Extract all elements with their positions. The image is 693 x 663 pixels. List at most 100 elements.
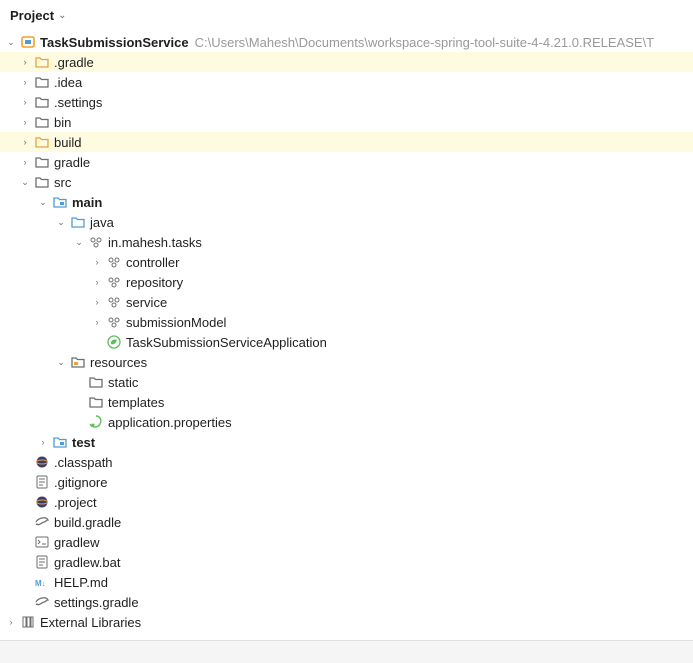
text-file-icon bbox=[34, 554, 50, 570]
toggle-collapsed-icon[interactable]: › bbox=[90, 295, 104, 309]
tree-label: gradlew.bat bbox=[54, 555, 121, 570]
tree-node-controller-pkg[interactable]: › controller bbox=[0, 252, 693, 272]
tree-label: .gitignore bbox=[54, 475, 107, 490]
tree-label: static bbox=[108, 375, 138, 390]
tree-node-src-dir[interactable]: ⌄ src bbox=[0, 172, 693, 192]
spring-class-icon bbox=[106, 334, 122, 350]
tree-node-external-libraries[interactable]: › External Libraries bbox=[0, 612, 693, 632]
eclipse-file-icon bbox=[34, 494, 50, 510]
tree-node-package[interactable]: ⌄ in.mahesh.tasks bbox=[0, 232, 693, 252]
toggle-collapsed-icon[interactable]: › bbox=[90, 275, 104, 289]
tree-label: in.mahesh.tasks bbox=[108, 235, 202, 250]
toggle-collapsed-icon[interactable]: › bbox=[4, 615, 18, 629]
tree-node-build-dir[interactable]: › build bbox=[0, 132, 693, 152]
tree-node-gradlew[interactable]: gradlew bbox=[0, 532, 693, 552]
tree-node-build-gradle[interactable]: build.gradle bbox=[0, 512, 693, 532]
package-icon bbox=[106, 314, 122, 330]
tree-node-test-dir[interactable]: › test bbox=[0, 432, 693, 452]
tree-label: build.gradle bbox=[54, 515, 121, 530]
tree-node-java-dir[interactable]: ⌄ java bbox=[0, 212, 693, 232]
tree-node-classpath[interactable]: .classpath bbox=[0, 452, 693, 472]
folder-icon bbox=[34, 154, 50, 170]
folder-icon bbox=[88, 394, 104, 410]
tree-label: submissionModel bbox=[126, 315, 226, 330]
panel-header[interactable]: Project ⌄ bbox=[0, 0, 693, 32]
eclipse-file-icon bbox=[34, 454, 50, 470]
tree-node-templates-dir[interactable]: templates bbox=[0, 392, 693, 412]
toggle-collapsed-icon[interactable]: › bbox=[18, 135, 32, 149]
tree-label: controller bbox=[126, 255, 179, 270]
package-icon bbox=[106, 294, 122, 310]
tree-node-settings-dir[interactable]: › .settings bbox=[0, 92, 693, 112]
tree-label: service bbox=[126, 295, 167, 310]
tree-label: application.properties bbox=[108, 415, 232, 430]
toggle-collapsed-icon[interactable]: › bbox=[90, 255, 104, 269]
tree-label: .settings bbox=[54, 95, 102, 110]
tree-label: .gradle bbox=[54, 55, 94, 70]
tree-node-bin-dir[interactable]: › bin bbox=[0, 112, 693, 132]
tree-node-main-dir[interactable]: ⌄ main bbox=[0, 192, 693, 212]
toggle-collapsed-icon[interactable]: › bbox=[36, 435, 50, 449]
gradle-file-icon bbox=[34, 514, 50, 530]
tree-label: java bbox=[90, 215, 114, 230]
package-icon bbox=[106, 254, 122, 270]
tree-node-project-file[interactable]: .project bbox=[0, 492, 693, 512]
toggle-expanded-icon[interactable]: ⌄ bbox=[54, 355, 68, 369]
svg-text:M↓: M↓ bbox=[35, 579, 46, 588]
tree-node-idea-dir[interactable]: › .idea bbox=[0, 72, 693, 92]
package-icon bbox=[88, 234, 104, 250]
tree-label: settings.gradle bbox=[54, 595, 139, 610]
tree-label: TaskSubmissionServiceApplication bbox=[126, 335, 327, 350]
toggle-expanded-icon[interactable]: ⌄ bbox=[54, 215, 68, 229]
toggle-collapsed-icon[interactable]: › bbox=[18, 115, 32, 129]
tree-node-service-pkg[interactable]: › service bbox=[0, 292, 693, 312]
tree-label: src bbox=[54, 175, 71, 190]
tree-node-help-md[interactable]: M↓ HELP.md bbox=[0, 572, 693, 592]
tree-label: HELP.md bbox=[54, 575, 108, 590]
project-tree: ⌄ TaskSubmissionService C:\Users\Mahesh\… bbox=[0, 32, 693, 640]
tree-node-gradlew-bat[interactable]: gradlew.bat bbox=[0, 552, 693, 572]
toggle-expanded-icon[interactable]: ⌄ bbox=[72, 235, 86, 249]
tree-label: .idea bbox=[54, 75, 82, 90]
tree-label: TaskSubmissionService bbox=[40, 35, 189, 50]
toggle-collapsed-icon[interactable]: › bbox=[18, 75, 32, 89]
toggle-collapsed-icon[interactable]: › bbox=[18, 95, 32, 109]
toggle-collapsed-icon[interactable]: › bbox=[18, 155, 32, 169]
resources-folder-icon bbox=[70, 354, 86, 370]
tree-label: main bbox=[72, 195, 102, 210]
text-file-icon bbox=[34, 474, 50, 490]
package-icon bbox=[106, 274, 122, 290]
toggle-expanded-icon[interactable]: ⌄ bbox=[36, 195, 50, 209]
module-folder-icon bbox=[52, 194, 68, 210]
toggle-expanded-icon[interactable]: ⌄ bbox=[18, 175, 32, 189]
toggle-expanded-icon[interactable]: ⌄ bbox=[4, 35, 18, 49]
module-root-icon bbox=[20, 34, 36, 50]
toggle-collapsed-icon[interactable]: › bbox=[90, 315, 104, 329]
tree-label: gradlew bbox=[54, 535, 100, 550]
tree-label: build bbox=[54, 135, 81, 150]
tree-node-gradle-folder[interactable]: › gradle bbox=[0, 152, 693, 172]
tree-node-app-properties[interactable]: application.properties bbox=[0, 412, 693, 432]
tree-node-repository-pkg[interactable]: › repository bbox=[0, 272, 693, 292]
tree-label: templates bbox=[108, 395, 164, 410]
tree-node-gradle-dir[interactable]: › .gradle bbox=[0, 52, 693, 72]
folder-icon bbox=[34, 114, 50, 130]
tree-node-submissionmodel-pkg[interactable]: › submissionModel bbox=[0, 312, 693, 332]
tree-label: .classpath bbox=[54, 455, 113, 470]
root-path: C:\Users\Mahesh\Documents\workspace-spri… bbox=[195, 35, 655, 50]
folder-excluded-icon bbox=[34, 134, 50, 150]
tree-label: External Libraries bbox=[40, 615, 141, 630]
tree-node-static-dir[interactable]: static bbox=[0, 372, 693, 392]
tree-node-app-class[interactable]: TaskSubmissionServiceApplication bbox=[0, 332, 693, 352]
toggle-collapsed-icon[interactable]: › bbox=[18, 55, 32, 69]
tree-node-settings-gradle[interactable]: settings.gradle bbox=[0, 592, 693, 612]
chevron-down-icon: ⌄ bbox=[58, 10, 66, 21]
folder-icon bbox=[34, 174, 50, 190]
tree-label: bin bbox=[54, 115, 71, 130]
folder-icon bbox=[34, 94, 50, 110]
tree-node-resources-dir[interactable]: ⌄ resources bbox=[0, 352, 693, 372]
folder-icon bbox=[88, 374, 104, 390]
tree-node-root[interactable]: ⌄ TaskSubmissionService C:\Users\Mahesh\… bbox=[0, 32, 693, 52]
footer-bar bbox=[0, 640, 693, 663]
tree-node-gitignore[interactable]: .gitignore bbox=[0, 472, 693, 492]
